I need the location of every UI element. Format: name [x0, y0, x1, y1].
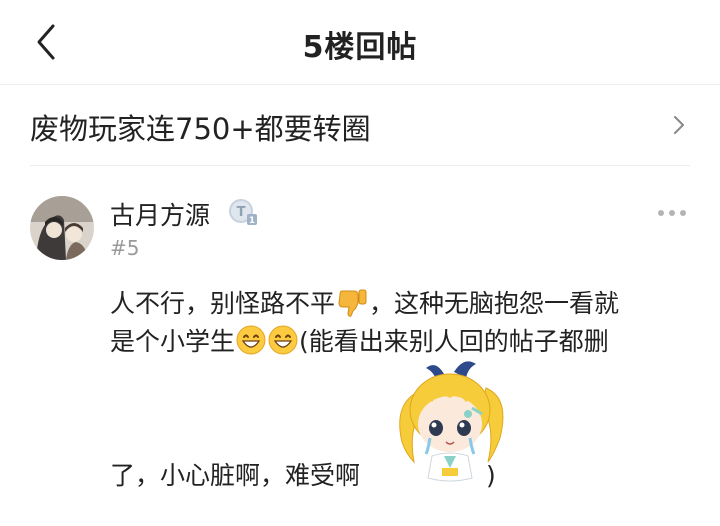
- svg-text:T: T: [237, 205, 246, 220]
- top-bar: 5楼回帖: [0, 0, 720, 84]
- grinning-emoji: [268, 325, 298, 355]
- post-line-2: 是个小学生 (能看出来别人回的帖子都删: [110, 322, 609, 358]
- more-dots-icon[interactable]: [656, 203, 688, 223]
- grinning-emoji: [236, 325, 266, 355]
- level-badge-icon: T 1: [229, 199, 257, 226]
- page-title: 5楼回帖: [302, 30, 418, 65]
- username[interactable]: 古月方源: [110, 196, 210, 232]
- svg-text:1: 1: [249, 216, 255, 226]
- thumbs-down-emoji: [338, 289, 367, 317]
- post-text-2a: 是个小学生: [110, 327, 236, 356]
- post-line-3: 了，小心脏啊，难受啊): [110, 456, 496, 492]
- thread-divider: [30, 165, 690, 166]
- thread-link-row[interactable]: 废物玩家连750+都要转圈: [0, 85, 720, 165]
- post-text-3a: 了，小心脏啊，难受啊: [110, 461, 361, 490]
- post-line-1: 人不行，别怪路不平 ，这种无脑抱怨一看就: [110, 284, 619, 320]
- chevron-right-icon: [674, 116, 684, 134]
- thread-title: 废物玩家连750+都要转圈: [30, 112, 371, 146]
- avatar-image: [30, 196, 94, 260]
- post-text-3b: ): [486, 461, 496, 490]
- post-text-1b: ，这种无脑抱怨一看就: [369, 289, 620, 318]
- avatar[interactable]: [30, 196, 94, 260]
- post-text-2b: (能看出来别人回的帖子都删: [299, 327, 609, 356]
- post-text-1a: 人不行，别怪路不平: [110, 289, 336, 318]
- floor-number: #5: [110, 236, 140, 260]
